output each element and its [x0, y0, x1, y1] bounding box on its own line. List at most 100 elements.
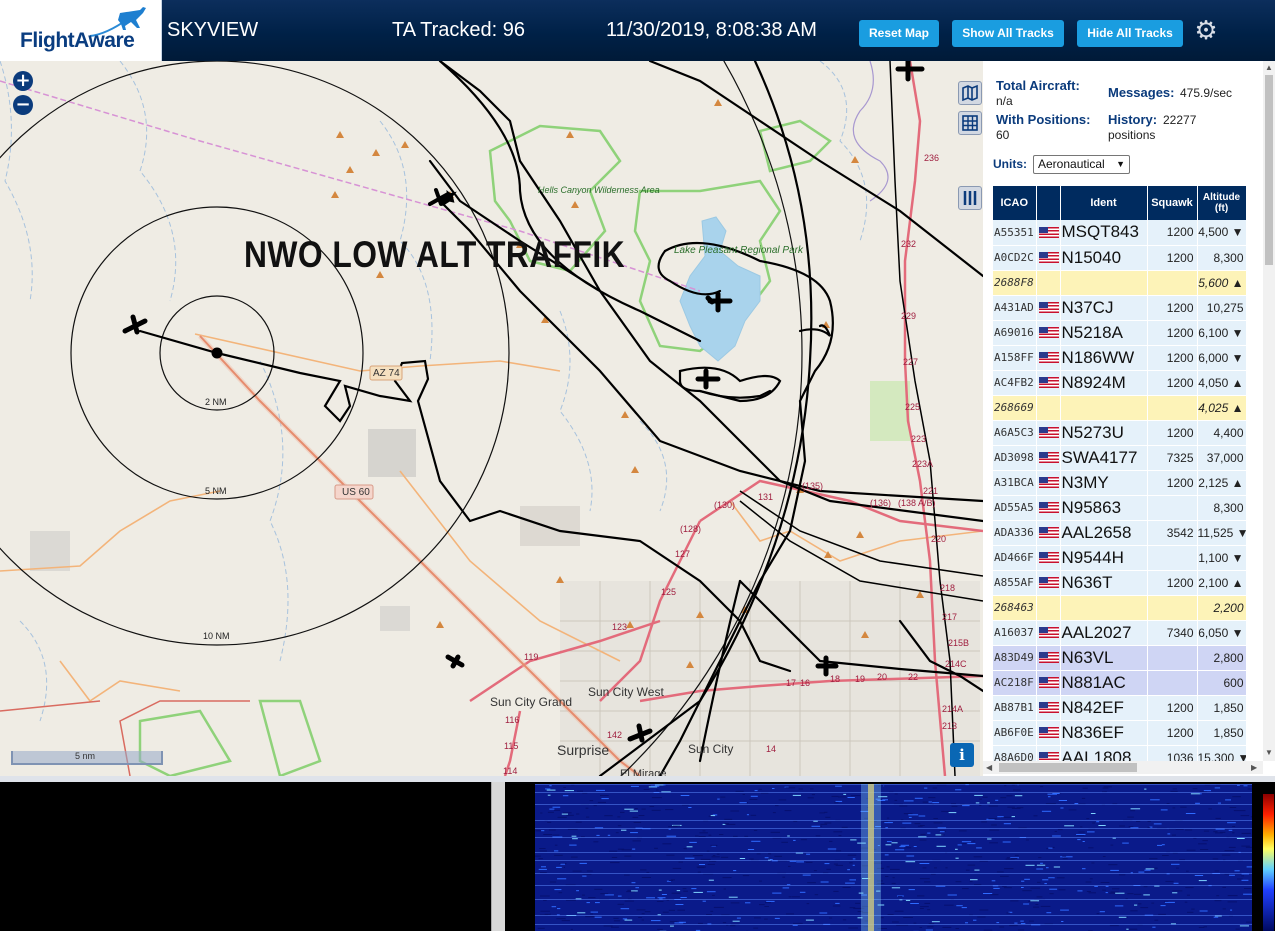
- place-sun-city-west: Sun City West: [588, 685, 664, 699]
- table-row[interactable]: 268463 2,200: [993, 595, 1247, 621]
- col-header-flag[interactable]: [1036, 186, 1061, 220]
- table-row[interactable]: ADA336 AAL2658 3542 11,525 ▼: [993, 520, 1247, 546]
- table-row[interactable]: A69016 N5218A 1200 6,100 ▼: [993, 320, 1247, 346]
- cell-icao: ADA336: [993, 520, 1037, 546]
- cell-ident: SWA4177: [1060, 445, 1148, 471]
- cell-altitude: 8,300: [1197, 495, 1247, 521]
- scroll-left-icon[interactable]: ◀: [986, 763, 992, 772]
- scroll-down-icon[interactable]: ▼: [1265, 748, 1273, 757]
- cell-icao: A16037: [993, 620, 1037, 646]
- cell-icao: 2688F8: [993, 270, 1037, 296]
- hide-all-tracks-button[interactable]: Hide All Tracks: [1077, 20, 1183, 47]
- road-number: 229: [901, 311, 917, 321]
- range-ring-label: 5 NM: [205, 486, 227, 496]
- cell-flag: [1036, 670, 1061, 696]
- cell-altitude: 1,850: [1197, 695, 1247, 721]
- table-row[interactable]: 268669 4,025 ▲: [993, 395, 1247, 421]
- cell-altitude: 4,050 ▲: [1197, 370, 1247, 396]
- scroll-up-icon[interactable]: ▲: [1265, 63, 1273, 72]
- road-number: (128): [680, 524, 702, 534]
- cell-ident: [1060, 595, 1148, 621]
- road-number: 220: [931, 534, 947, 544]
- minus-icon[interactable]: −: [13, 95, 33, 115]
- place-hells-canyon: Hells Canyon Wilderness Area: [538, 185, 660, 195]
- road-number: 18: [830, 674, 841, 684]
- us-flag-icon: [1038, 426, 1059, 438]
- table-row[interactable]: A16037 AAL2027 7340 6,050 ▼: [993, 620, 1247, 646]
- cell-squawk: [1147, 545, 1198, 571]
- road-number: 218: [940, 583, 956, 593]
- table-row[interactable]: A31BCA N3MY 1200 2,125 ▲: [993, 470, 1247, 496]
- table-row[interactable]: AC4FB2 N8924M 1200 4,050 ▲: [993, 370, 1247, 396]
- gear-icon[interactable]: ⚙: [1194, 17, 1218, 43]
- cell-altitude: 6,100 ▼: [1197, 320, 1247, 346]
- table-row[interactable]: A0CD2C N15040 1200 8,300: [993, 245, 1247, 271]
- table-row[interactable]: 2688F8 5,600 ▲: [993, 270, 1247, 296]
- aircraft-sidebar: Total Aircraft: n/a With Positions: 60 M…: [983, 61, 1275, 776]
- plus-icon[interactable]: +: [13, 71, 33, 91]
- place-el-mirage: El Mirage: [620, 768, 667, 776]
- cell-squawk: [1147, 395, 1198, 421]
- cell-icao: 268669: [993, 395, 1037, 421]
- table-row[interactable]: AD3098 SWA4177 7325 37,000: [993, 445, 1247, 471]
- grid-icon[interactable]: [958, 111, 982, 135]
- units-select[interactable]: Aeronautical ▼: [1033, 155, 1130, 174]
- cell-flag: [1036, 370, 1061, 396]
- table-row[interactable]: A855AF N636T 1200 2,100 ▲: [993, 570, 1247, 596]
- map-view[interactable]: AZ 74 US 60 2 NM 5 NM 10 NM Hells Canyon…: [0, 61, 983, 776]
- cell-icao: A6A5C3: [993, 420, 1037, 446]
- table-row[interactable]: AD55A5 N95863 8,300: [993, 495, 1247, 521]
- panel-separator: [0, 776, 1275, 782]
- cell-squawk: 1200: [1147, 370, 1198, 396]
- cell-flag: [1036, 245, 1061, 271]
- col-header-icao[interactable]: ICAO: [993, 186, 1037, 220]
- cell-ident: N186WW: [1060, 345, 1148, 371]
- top-header: FlightAware SKYVIEW TA Tracked: 96 11/30…: [0, 0, 1275, 61]
- scrollbar-thumb[interactable]: [1265, 75, 1273, 265]
- place-sun-city: Sun City: [688, 742, 734, 756]
- map-scale-label: 5 nm: [75, 751, 96, 761]
- cell-flag: [1036, 520, 1061, 546]
- units-selected-value: Aeronautical: [1038, 157, 1105, 171]
- columns-icon[interactable]: [958, 186, 982, 210]
- us-flag-icon: [1038, 726, 1059, 738]
- table-row[interactable]: AD466F N9544H 1,100 ▼: [993, 545, 1247, 571]
- cell-flag: [1036, 595, 1061, 621]
- table-row[interactable]: A158FF N186WW 1200 6,000 ▼: [993, 345, 1247, 371]
- panel-divider-handle[interactable]: [491, 782, 505, 931]
- flightaware-logo[interactable]: FlightAware: [0, 0, 162, 61]
- table-row[interactable]: AB87B1 N842EF 1200 1,850: [993, 695, 1247, 721]
- cell-squawk: [1147, 595, 1198, 621]
- cell-squawk: 1200: [1147, 695, 1198, 721]
- with-positions-value: 60: [996, 128, 1010, 142]
- col-header-altitude[interactable]: Altitude (ft): [1197, 186, 1247, 220]
- table-row[interactable]: A83D49 N63VL 2,800: [993, 645, 1247, 671]
- us-flag-icon: [1038, 501, 1059, 513]
- show-all-tracks-button[interactable]: Show All Tracks: [952, 20, 1064, 47]
- table-row[interactable]: AC218F N881AC 600: [993, 670, 1247, 696]
- cell-altitude: 2,125 ▲: [1197, 470, 1247, 496]
- reset-map-button[interactable]: Reset Map: [859, 20, 939, 47]
- col-header-ident[interactable]: Ident: [1060, 186, 1148, 220]
- table-row[interactable]: A55351 MSQT843 1200 4,500 ▼: [993, 220, 1247, 246]
- vertical-scrollbar[interactable]: ▲ ▼: [1263, 61, 1275, 761]
- table-row[interactable]: A431AD N37CJ 1200 10,275: [993, 295, 1247, 321]
- horizontal-scrollbar[interactable]: ◀ ▶: [983, 761, 1263, 774]
- road-number: 225: [905, 402, 921, 412]
- scroll-right-icon[interactable]: ▶: [1251, 763, 1257, 772]
- info-icon[interactable]: i: [950, 743, 974, 767]
- cell-altitude: 600: [1197, 670, 1247, 696]
- table-row[interactable]: AB6F0E N836EF 1200 1,850: [993, 720, 1247, 746]
- col-header-squawk[interactable]: Squawk: [1147, 186, 1198, 220]
- road-number: (136): [870, 498, 892, 508]
- scrollbar-thumb[interactable]: [999, 763, 1137, 772]
- cell-flag: [1036, 420, 1061, 446]
- cell-icao: A0CD2C: [993, 245, 1037, 271]
- cell-icao: AC218F: [993, 670, 1037, 696]
- history-value: 22277: [1163, 113, 1197, 127]
- logo-text: FlightAware: [20, 29, 135, 52]
- map-icon[interactable]: [958, 81, 982, 105]
- cell-icao: A69016: [993, 320, 1037, 346]
- table-row[interactable]: A6A5C3 N5273U 1200 4,400: [993, 420, 1247, 446]
- cell-altitude: 5,600 ▲: [1197, 270, 1247, 296]
